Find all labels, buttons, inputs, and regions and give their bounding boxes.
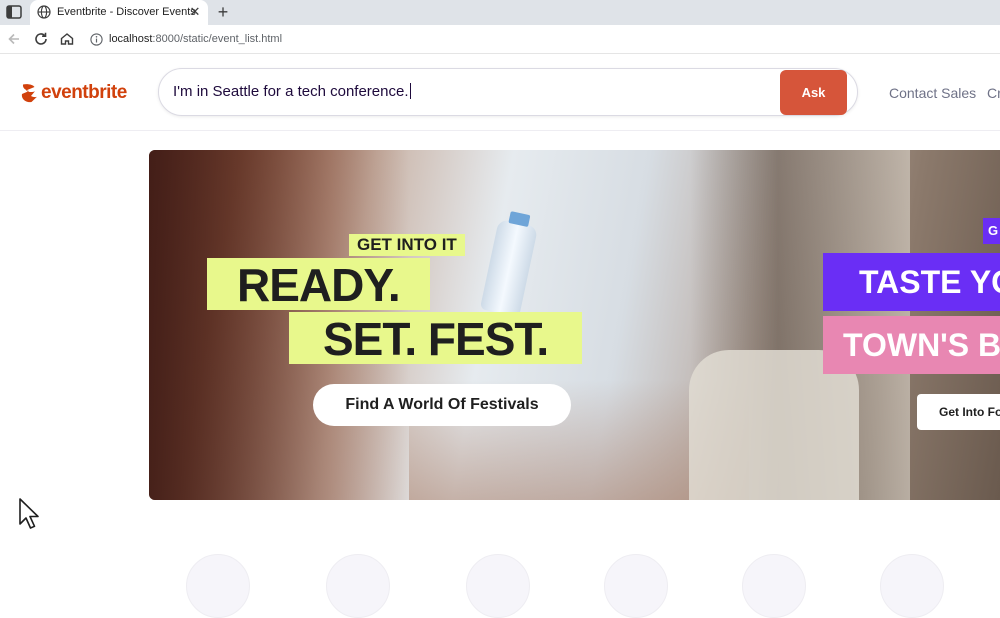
close-tab-icon[interactable]: ✕ xyxy=(187,4,203,20)
create-events-link[interactable]: Cr xyxy=(987,85,1000,101)
hero-headline-line2: SET. FEST. xyxy=(289,312,583,365)
browser-toolbar: localhost:8000/static/event_list.html xyxy=(0,25,1000,54)
browser-tab-active[interactable]: Eventbrite - Discover Events ✕ xyxy=(30,0,208,25)
logo-text: eventbrite xyxy=(41,82,127,103)
mouse-cursor-icon xyxy=(19,498,39,529)
tab-title: Eventbrite - Discover Events xyxy=(57,6,196,18)
site-header: eventbrite I'm in Seattle for a tech con… xyxy=(0,55,1000,131)
eventbrite-logo[interactable]: eventbrite xyxy=(20,81,127,105)
back-arrow-icon[interactable] xyxy=(6,31,22,47)
category-circle[interactable] xyxy=(880,554,944,618)
site-info-icon[interactable] xyxy=(90,33,103,46)
reload-icon[interactable] xyxy=(33,31,49,47)
next-slide-chip: G xyxy=(983,218,1000,244)
hero-headline-line1: READY. xyxy=(207,258,430,311)
url-text: localhost:8000/static/event_list.html xyxy=(109,33,283,45)
next-slide-headline-line1: TASTE YO xyxy=(823,253,1000,311)
hero-tagline: GET INTO IT xyxy=(349,234,465,256)
category-circle[interactable] xyxy=(466,554,530,618)
category-circle[interactable] xyxy=(604,554,668,618)
contact-sales-link[interactable]: Contact Sales xyxy=(889,85,976,101)
find-festivals-button[interactable]: Find A World Of Festivals xyxy=(313,384,571,426)
text-caret xyxy=(409,83,411,99)
category-circle[interactable] xyxy=(186,554,250,618)
address-bar[interactable]: localhost:8000/static/event_list.html xyxy=(85,28,1000,51)
home-icon[interactable] xyxy=(59,31,75,47)
ask-button[interactable]: Ask xyxy=(780,70,847,115)
search-bar[interactable]: I'm in Seattle for a tech conference. As… xyxy=(158,68,858,116)
browser-tabbar: Eventbrite - Discover Events ✕ + xyxy=(0,0,1000,25)
category-circle[interactable] xyxy=(326,554,390,618)
search-input[interactable]: I'm in Seattle for a tech conference. xyxy=(173,83,411,100)
next-slide-headline-line2: TOWN'S B xyxy=(823,316,1000,374)
eventbrite-mark-icon xyxy=(21,84,37,103)
globe-icon xyxy=(37,5,51,19)
next-slide-cta-button[interactable]: Get Into Fo xyxy=(917,394,1000,430)
category-circle[interactable] xyxy=(742,554,806,618)
hero-carousel[interactable]: GET INTO IT READY. SET. FEST. Find A Wor… xyxy=(149,150,1000,500)
tab-actions-icon[interactable] xyxy=(5,4,23,20)
water-bottle-image xyxy=(479,211,539,318)
new-tab-button[interactable]: + xyxy=(213,1,233,23)
